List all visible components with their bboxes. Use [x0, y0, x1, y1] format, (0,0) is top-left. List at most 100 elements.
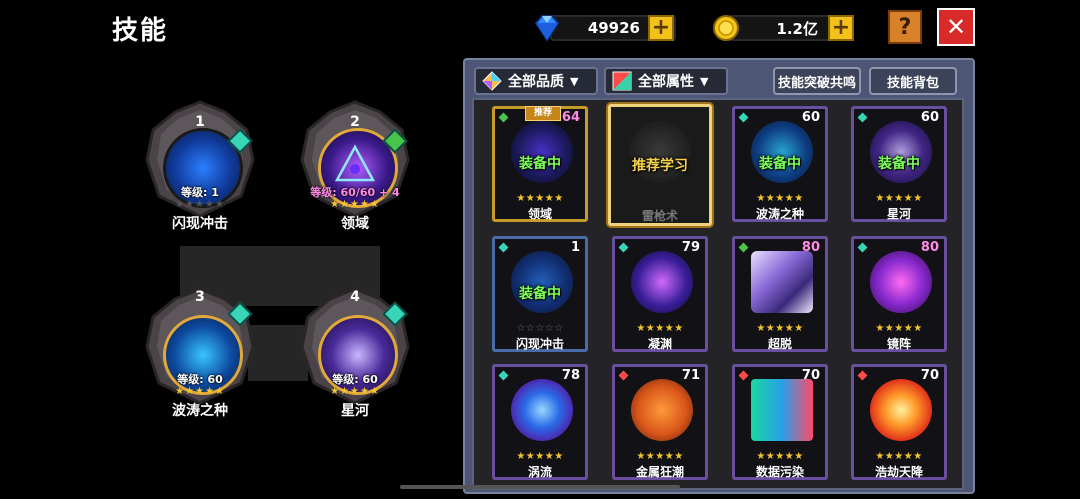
card-level: 60	[801, 110, 820, 125]
slot-number: 1	[195, 114, 205, 130]
catastrophe-icon	[870, 379, 932, 441]
card-level: 78	[561, 368, 580, 383]
element-gem-icon	[498, 112, 509, 123]
diamond-icon	[534, 15, 560, 42]
card-stars: ★★★★★	[756, 451, 804, 462]
card-stars: ★★★★★	[516, 193, 564, 204]
attribute-filter-dropdown[interactable]: 全部属性 ▼	[604, 67, 728, 95]
card-name: 星河	[886, 207, 911, 221]
card-name: 镜阵	[886, 337, 911, 351]
flash-strike-icon	[511, 251, 573, 313]
slot-stars: ★★★★★	[175, 199, 225, 210]
quality-gem-icon	[482, 71, 502, 91]
card-name: 涡流	[527, 465, 552, 479]
card-name: 波涛之种	[755, 207, 804, 221]
slot-number: 4	[350, 289, 360, 305]
card-stars: ★★★★★	[516, 451, 564, 462]
skill-card[interactable]: 推荐 64 装备中 ★★★★★ 领域	[492, 106, 588, 222]
close-button[interactable]: ✕	[937, 8, 975, 46]
slot-level: 等级: 60	[332, 373, 378, 386]
skill-slot-2[interactable]: 2 等级: 60/60 + 4 ★★★★★ 领域	[290, 100, 420, 250]
domain-icon	[511, 121, 573, 183]
card-name: 数据污染	[755, 465, 804, 479]
quality-filter-dropdown[interactable]: 全部品质 ▼	[474, 67, 598, 95]
card-stars: ★★★★★	[875, 193, 923, 204]
skill-card[interactable]: 60 装备中 ★★★★★ 星河	[851, 106, 947, 222]
slot-skill-name: 波涛之种	[172, 403, 228, 419]
card-level: 71	[681, 368, 700, 383]
buy-gems-button[interactable]: +	[648, 15, 674, 41]
element-gem-icon	[618, 242, 629, 253]
card-stars: ☆☆☆☆☆	[516, 323, 564, 334]
horizontal-scrollbar[interactable]	[400, 485, 680, 489]
equipped-label: 装备中	[519, 156, 561, 172]
skill-card[interactable]: 1 装备中 ☆☆☆☆☆ 闪现冲击	[492, 236, 588, 352]
recommend-badge: 推荐	[525, 106, 561, 121]
attribute-icon	[612, 71, 632, 91]
slot-stars: ★★★★★	[175, 386, 225, 397]
chevron-down-icon: ▼	[570, 74, 579, 88]
card-name: 雷枪术	[641, 209, 678, 223]
data-corruption-icon	[751, 379, 813, 441]
resonance-button[interactable]: 技能突破共鸣	[773, 67, 861, 95]
element-gem-icon	[738, 242, 749, 253]
element-gem-icon	[857, 112, 868, 123]
skill-slot-4[interactable]: 4 等级: 60 ★★★★★ 星河	[290, 287, 420, 437]
galaxy-icon	[870, 121, 932, 183]
card-stars: ★★★★★	[875, 451, 923, 462]
help-button[interactable]: ?	[888, 10, 922, 44]
card-level: 60	[920, 110, 939, 125]
skill-bag-button[interactable]: 技能背包	[869, 67, 957, 95]
gem-count: 49926	[587, 19, 640, 37]
skill-slot-3[interactable]: 3 等级: 60 ★★★★★ 波涛之种	[135, 287, 265, 437]
slot-number: 2	[350, 114, 360, 130]
element-gem-icon	[738, 370, 749, 381]
skill-card[interactable]: 80 ★★★★★ 超脱	[732, 236, 828, 352]
recommend-learn-label: 推荐学习	[632, 158, 688, 174]
slot-level: 等级: 60/60 + 4	[310, 186, 400, 199]
element-gem-icon	[498, 370, 509, 381]
wave-seed-icon	[751, 121, 813, 183]
skill-card[interactable]: 78 ★★★★★ 涡流	[492, 364, 588, 480]
card-stars: ★★★★★	[756, 193, 804, 204]
chevron-down-icon: ▼	[700, 74, 709, 88]
card-level: 80	[920, 240, 939, 255]
card-name: 闪现冲击	[515, 337, 564, 351]
skill-card[interactable]: 80 ★★★★★ 镜阵	[851, 236, 947, 352]
vortex-icon	[511, 379, 573, 441]
slot-stars: ★★★★★	[330, 199, 380, 210]
equipped-label: 装备中	[878, 156, 920, 172]
skill-card[interactable]: 60 装备中 ★★★★★ 波涛之种	[732, 106, 828, 222]
card-stars: ★★★★★	[636, 323, 684, 334]
card-level: 70	[920, 368, 939, 383]
element-gem-icon	[857, 370, 868, 381]
metal-tide-icon	[631, 379, 693, 441]
skill-card[interactable]: 71 ★★★★★ 金属狂潮	[612, 364, 708, 480]
equipped-label: 装备中	[759, 156, 801, 172]
card-name: 领域	[527, 207, 552, 221]
skill-card[interactable]: 79 ★★★★★ 凝渊	[612, 236, 708, 352]
skill-card[interactable]: 70 ★★★★★ 浩劫天降	[851, 364, 947, 480]
page-title: 技能	[112, 16, 169, 46]
slot-level: 等级: 1	[181, 186, 219, 199]
triangle-rune-icon	[334, 144, 376, 182]
skill-slot-1[interactable]: 1 等级: 1 ★★★★★ 闪现冲击	[135, 100, 265, 250]
slot-skill-name: 领域	[341, 216, 369, 232]
mirror-array-icon	[870, 251, 932, 313]
slot-number: 3	[195, 289, 205, 305]
abyss-icon	[631, 251, 693, 313]
slot-level: 等级: 60	[177, 373, 223, 386]
skill-card-recommended[interactable]: 推荐学习 雷枪术	[608, 104, 712, 226]
buy-gold-button[interactable]: +	[828, 15, 854, 41]
skill-card[interactable]: 70 ★★★★★ 数据污染	[732, 364, 828, 480]
card-name: 凝渊	[647, 337, 672, 351]
card-stars: ★★★★★	[875, 323, 923, 334]
card-level: 79	[681, 240, 700, 255]
transcend-icon	[751, 251, 813, 313]
equipped-label: 装备中	[519, 286, 561, 302]
card-name: 超脱	[767, 337, 792, 351]
element-gem-icon	[857, 242, 868, 253]
card-stars: ★★★★★	[756, 323, 804, 334]
card-name: 浩劫天降	[874, 465, 923, 479]
slot-skill-name: 星河	[341, 403, 369, 419]
